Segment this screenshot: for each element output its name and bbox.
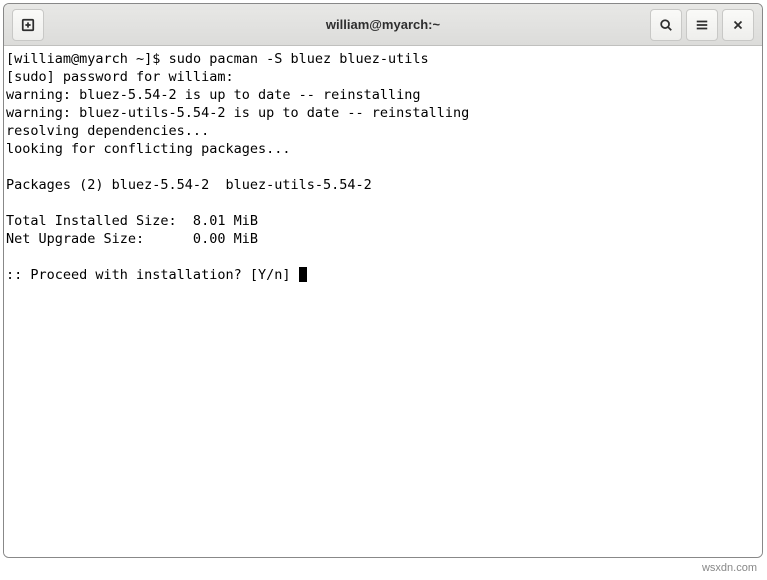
terminal-window: william@myarch:~ (3, 3, 763, 558)
close-button[interactable] (722, 9, 754, 41)
output-line: warning: bluez-5.54-2 is up to date -- r… (6, 87, 421, 103)
proceed-prompt: :: Proceed with installation? [Y/n] (6, 267, 299, 283)
output-line: Total Installed Size: 8.01 MiB (6, 213, 258, 229)
new-tab-icon (21, 18, 35, 32)
cursor (299, 267, 307, 282)
output-line: warning: bluez-utils-5.54-2 is up to dat… (6, 105, 469, 121)
output-line: Packages (2) bluez-5.54-2 bluez-utils-5.… (6, 177, 372, 193)
watermark: wsxdn.com (702, 562, 757, 574)
hamburger-icon (695, 18, 709, 32)
close-icon (731, 18, 745, 32)
search-icon (659, 18, 673, 32)
titlebar: william@myarch:~ (4, 4, 762, 46)
shell-prompt: [william@myarch ~]$ (6, 51, 169, 67)
output-line: Net Upgrade Size: 0.00 MiB (6, 231, 258, 247)
output-line: resolving dependencies... (6, 123, 209, 139)
output-line: looking for conflicting packages... (6, 141, 290, 157)
window-title: william@myarch:~ (326, 17, 440, 32)
titlebar-right-buttons (648, 9, 756, 41)
command-text: sudo pacman -S bluez bluez-utils (169, 51, 429, 67)
menu-button[interactable] (686, 9, 718, 41)
output-line: [sudo] password for william: (6, 69, 234, 85)
search-button[interactable] (650, 9, 682, 41)
new-tab-button[interactable] (12, 9, 44, 41)
terminal-area[interactable]: [william@myarch ~]$ sudo pacman -S bluez… (4, 46, 762, 557)
